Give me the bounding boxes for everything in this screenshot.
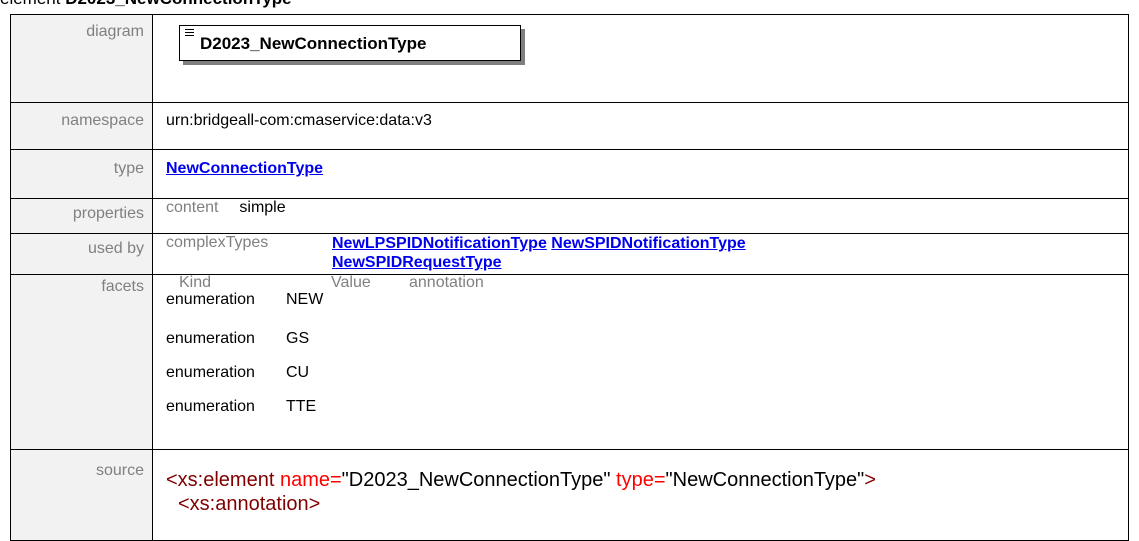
element-doc-table: diagram D2023_NewConnectionType namespac… [10,14,1129,541]
properties-key: content [166,199,219,216]
facets-cell: Kind Value annotation enumeration NEW en… [152,274,1129,450]
type-link[interactable]: NewConnectionType [166,160,323,177]
facet-value: NEW [286,291,324,308]
used-by-link[interactable]: NewSPIDRequestType [332,254,502,271]
facet-kind: enumeration [166,398,255,415]
facets-header-annotation: annotation [409,274,484,291]
used-by-label: used by [10,233,153,275]
type-cell: NewConnectionType [152,149,1129,199]
used-by-links: NewLPSPIDNotificationType NewSPIDNotific… [332,234,1032,272]
diagram-row: diagram D2023_NewConnectionType [10,14,1129,103]
page-title: element D2023_NewConnectionType [0,0,292,13]
used-by-kind: complexTypes [166,234,269,251]
title-element-name: D2023_NewConnectionType [65,0,291,8]
namespace-label: namespace [10,102,153,150]
used-by-cell: complexTypes NewLPSPIDNotificationType N… [152,233,1129,275]
facets-label: facets [10,274,153,450]
diagram-label: diagram [10,14,153,103]
used-by-row: used by complexTypes NewLPSPIDNotificati… [10,233,1129,275]
namespace-row: namespace urn:bridgeall-com:cmaservice:d… [10,102,1129,150]
properties-label: properties [10,198,153,234]
diagram-cell: D2023_NewConnectionType [152,14,1129,103]
facet-value: TTE [286,398,317,415]
facet-row: enumeration CU [166,363,1128,397]
used-by-link[interactable]: NewSPIDNotificationType [551,235,745,252]
facet-row: enumeration GS [166,324,1128,363]
facets-header-kind: Kind [179,274,212,291]
diagram-element-name: D2023_NewConnectionType [200,34,427,53]
source-line-1: <xs:element name="D2023_NewConnectionTyp… [166,469,876,491]
properties-value: simple [239,199,286,216]
used-by-link[interactable]: NewLPSPIDNotificationType [332,235,547,252]
title-prefix: element [0,0,65,8]
properties-row: properties content simple [10,198,1129,234]
source-code: <xs:element name="D2023_NewConnectionTyp… [152,449,1129,541]
source-label: source [10,449,153,541]
type-row: type NewConnectionType [10,149,1129,199]
source-line-2: <xs:annotation> [178,493,321,515]
element-list-icon [185,29,194,37]
facet-value: GS [286,330,310,347]
facets-row: facets Kind Value annotation enumeration… [10,274,1129,450]
type-label: type [10,149,153,199]
facets-header: Kind Value annotation [166,274,1128,291]
source-row: source <xs:element name="D2023_NewConnec… [10,449,1129,541]
facet-kind: enumeration [166,330,255,347]
namespace-value: urn:bridgeall-com:cmaservice:data:v3 [152,102,1129,150]
facet-row: enumeration NEW [166,290,1128,324]
properties-cell: content simple [152,198,1129,234]
facet-row: enumeration TTE [166,397,1128,431]
facet-value: CU [286,364,310,381]
facets-header-value: Value [331,274,371,291]
facet-kind: enumeration [166,364,255,381]
facet-kind: enumeration [166,291,255,308]
element-diagram-box[interactable]: D2023_NewConnectionType [179,25,521,61]
